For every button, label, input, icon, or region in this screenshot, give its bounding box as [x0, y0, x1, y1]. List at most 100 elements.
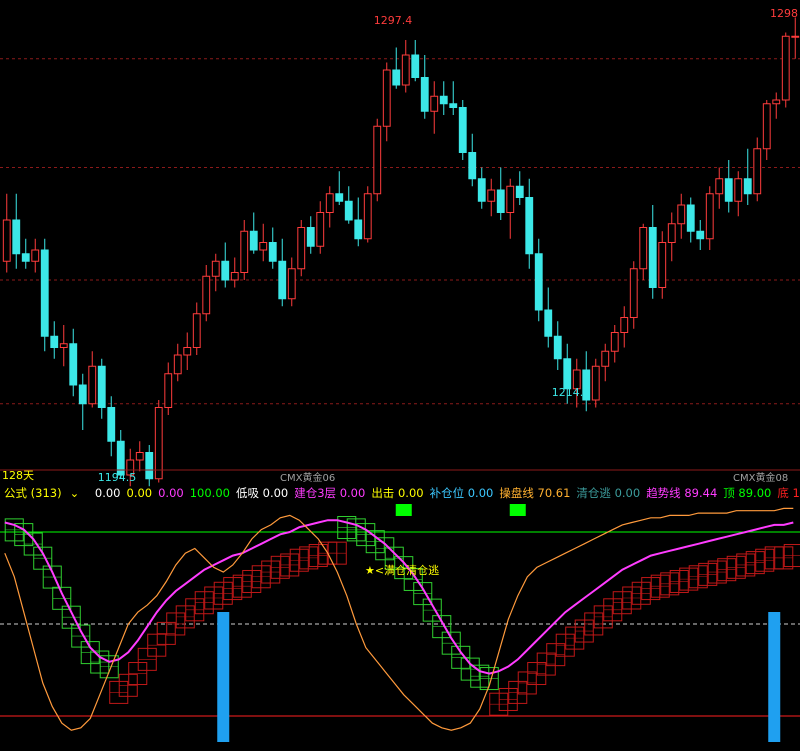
candle-body: [401, 54, 410, 86]
candle-body: [259, 242, 268, 251]
days-label: 128天: [2, 469, 34, 482]
candle: [686, 197, 695, 243]
candle: [715, 167, 724, 209]
candle-body: [563, 358, 572, 390]
candle: [278, 238, 287, 307]
candle: [192, 302, 201, 355]
candle: [553, 321, 562, 370]
candle-body: [354, 219, 363, 240]
instrument-label-left: CMX黄金06: [280, 471, 335, 484]
candle-body: [534, 253, 543, 311]
candle: [753, 137, 762, 202]
candle-body: [335, 193, 344, 202]
indicator-series-line: [4, 507, 794, 731]
candle-body: [97, 365, 106, 408]
candle: [477, 167, 486, 209]
candle: [69, 328, 78, 397]
candle-body: [2, 219, 11, 262]
indicator-value: 建仓3层 0.00: [294, 486, 366, 500]
candle: [667, 212, 676, 262]
candle-body: [363, 193, 372, 240]
candle-body: [762, 103, 771, 150]
candle-body: [278, 260, 287, 300]
candle-body: [88, 365, 97, 405]
candle-body: [458, 107, 467, 153]
candle-body: [781, 35, 790, 101]
candle: [183, 332, 192, 370]
candle-body: [325, 193, 334, 213]
indicator-value: 0.00: [158, 486, 184, 500]
candle-body: [31, 249, 40, 262]
candle: [363, 186, 372, 243]
candle: [420, 55, 429, 119]
candle: [582, 351, 591, 412]
candle: [211, 253, 220, 292]
candle-body: [316, 212, 325, 247]
candle: [743, 148, 752, 205]
candle-body: [373, 125, 382, 195]
candle-body: [772, 99, 781, 105]
candle: [316, 201, 325, 254]
candle: [2, 193, 11, 273]
candle-body: [297, 227, 306, 270]
candle: [544, 287, 553, 348]
indicator-value: 趋势线 89.44: [646, 486, 718, 500]
candle: [135, 441, 144, 472]
candle: [259, 223, 268, 262]
low-label-mid: 1214.3: [552, 386, 591, 399]
candle: [401, 40, 410, 93]
candle-body: [249, 230, 258, 251]
candle: [12, 193, 21, 269]
indicator-boxes: [4, 516, 800, 716]
candle: [620, 306, 629, 348]
candle-body: [183, 347, 192, 356]
candle-body: [715, 178, 724, 195]
candle: [591, 358, 600, 408]
chevron-down-icon: ⌄: [69, 486, 80, 500]
candle: [781, 32, 790, 108]
candle: [430, 81, 439, 134]
candle-body: [21, 253, 30, 262]
candle-body: [468, 152, 477, 180]
candle-body: [743, 178, 752, 195]
indicator-series-line: [4, 519, 794, 675]
candle: [202, 265, 211, 322]
indicator-bar: [217, 612, 230, 742]
candle-body: [202, 275, 211, 315]
top-signal-marker: [395, 504, 412, 516]
candle-body: [78, 384, 87, 405]
candle-body: [211, 260, 220, 277]
indicator-bar: [768, 612, 781, 742]
low-label-left: 1194.5: [98, 471, 137, 484]
candle: [677, 193, 686, 239]
indicator-value: 清仓逃 0.00: [576, 486, 641, 500]
candle: [230, 257, 239, 288]
candle: [734, 171, 743, 217]
candle-body: [135, 452, 144, 461]
indicator-value: 顶 89.00: [723, 486, 772, 500]
candle: [658, 231, 667, 299]
candle: [705, 186, 714, 250]
indicator-value: 补仓位 0.00: [429, 486, 494, 500]
candle: [506, 178, 515, 239]
indicator-info-row: 公式 (313) ⌄ 0.00 0.00 0.00 100.00 低吸 0.00 建仓3层 …: [0, 484, 800, 502]
formula-selector[interactable]: 公式 (313) ⌄: [4, 486, 89, 500]
candle-body: [221, 260, 230, 281]
candle-body: [420, 77, 429, 112]
instrument-label-right: CMX黄金08: [733, 471, 788, 484]
candle: [354, 197, 363, 247]
candle: [648, 205, 657, 299]
candle-body: [629, 268, 638, 318]
candle: [762, 100, 771, 160]
formula-label: 公式 (313): [4, 486, 62, 500]
candle: [525, 178, 534, 269]
candle-body: [506, 185, 515, 213]
indicator-value: 操盘线 70.61: [499, 486, 571, 500]
candle: [373, 118, 382, 202]
candle-body: [496, 189, 505, 213]
candle-body: [430, 95, 439, 112]
candle-body: [392, 69, 401, 86]
candle: [297, 220, 306, 277]
candle: [601, 343, 610, 382]
candle-body: [734, 178, 743, 202]
